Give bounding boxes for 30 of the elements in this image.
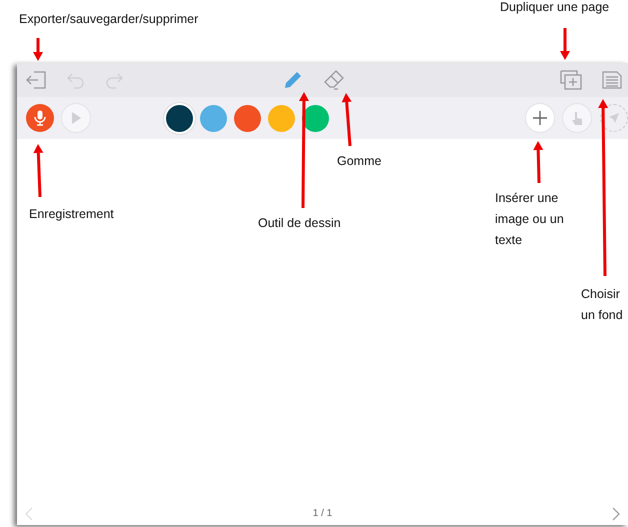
annotation-arrow	[33, 144, 44, 198]
annotation-label: Enregistrement	[29, 206, 115, 223]
annotation-arrow	[560, 28, 570, 60]
color-swatch[interactable]	[200, 104, 227, 132]
annotation-label: Outil de dessin	[258, 215, 342, 232]
pencil-icon[interactable]	[283, 70, 303, 90]
annotation-arrow	[33, 38, 43, 61]
annotation-arrow	[533, 141, 544, 184]
page-lines-icon[interactable]	[601, 70, 623, 90]
exit-icon[interactable]	[25, 70, 47, 90]
microphone-button[interactable]	[26, 104, 54, 132]
annotation-label: Choisir un fond	[581, 286, 624, 324]
annotation-arrow	[342, 93, 352, 146]
next-page-icon[interactable]	[612, 506, 620, 520]
plus-icon	[532, 110, 548, 126]
microphone-icon	[33, 110, 47, 126]
color-swatch[interactable]	[234, 104, 261, 132]
play-icon	[71, 112, 81, 124]
color-swatch[interactable]	[166, 104, 193, 132]
eraser-icon[interactable]	[323, 69, 345, 91]
hand-icon	[571, 111, 583, 125]
duplicate-page-icon[interactable]	[559, 69, 583, 91]
annotation-label: Insérer une image ou un texte	[495, 190, 565, 249]
annotation-label: Exporter/sauvegarder/supprimer	[19, 11, 200, 28]
pointer-icon	[608, 112, 620, 124]
annotation-label: Gomme	[337, 153, 382, 170]
plus-button[interactable]	[526, 104, 554, 132]
color-swatch[interactable]	[268, 104, 295, 132]
page-indicator: 1 / 1	[312, 507, 332, 521]
annotation-label: Dupliquer une page	[500, 0, 610, 16]
